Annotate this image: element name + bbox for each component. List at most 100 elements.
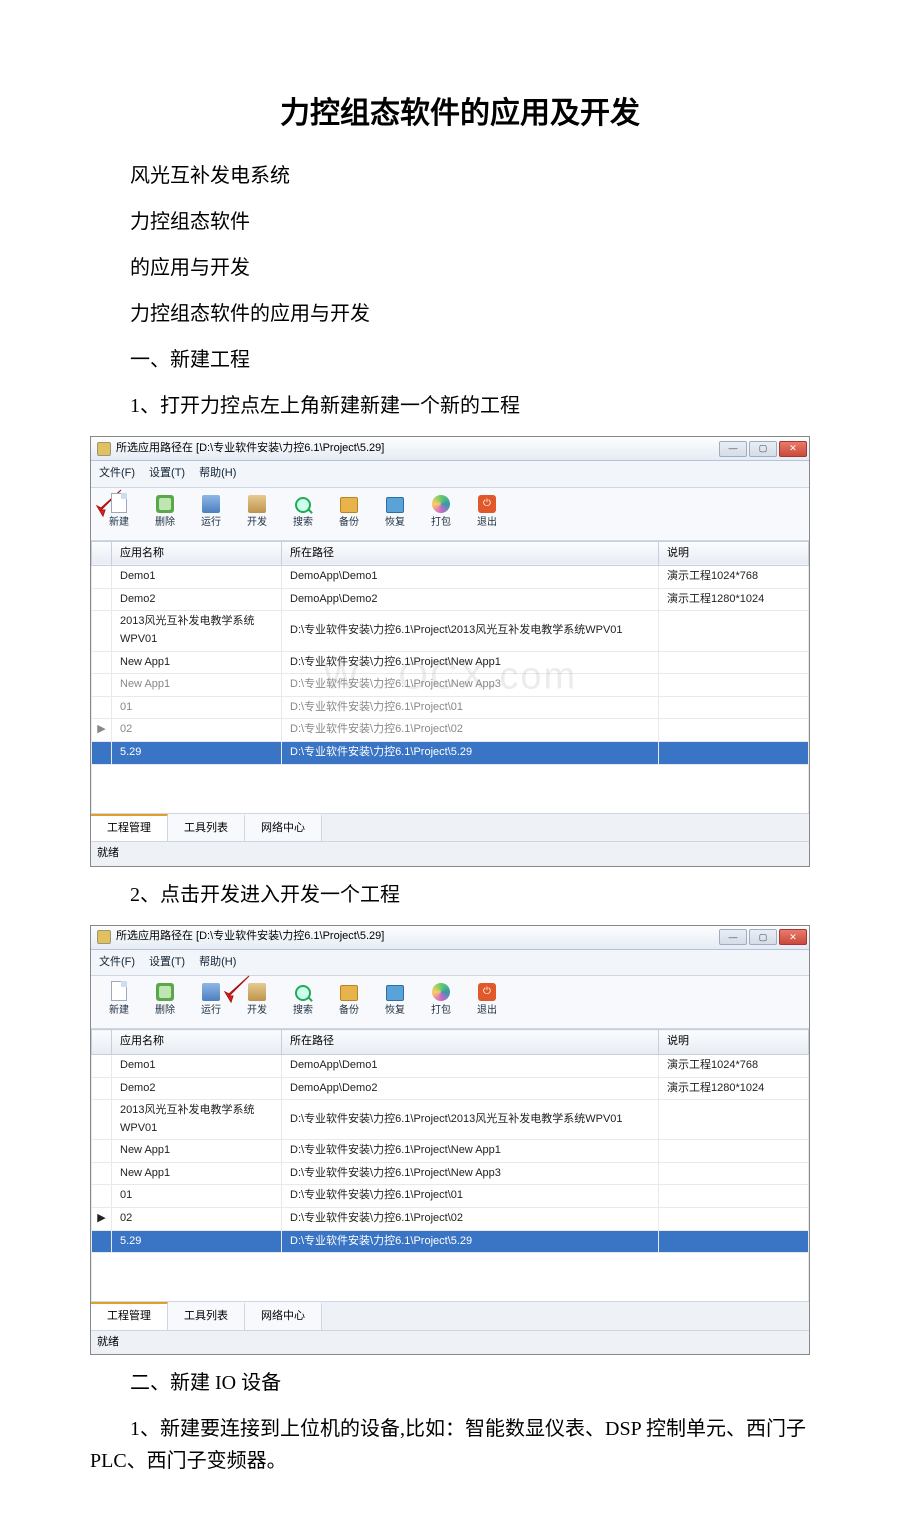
section-1-step-1: 1、打开力控点左上角新建新建一个新的工程 — [90, 390, 830, 422]
minimize-button[interactable]: — — [719, 929, 747, 945]
col-header-name[interactable]: 应用名称 — [112, 541, 282, 566]
menu-settings[interactable]: 设置(T) — [149, 954, 185, 972]
col-header-desc[interactable]: 说明 — [659, 541, 809, 566]
table-row[interactable]: New App1D:\专业软件安装\力控6.1\Project\New App1 — [92, 1140, 809, 1163]
toolbar-search-button[interactable]: 搜索 — [283, 494, 323, 534]
table-row[interactable]: New App1D:\专业软件安装\力控6.1\Project\New App3 — [92, 674, 809, 697]
col-header-path[interactable]: 所在路径 — [282, 1030, 659, 1055]
toolbar-backup-button[interactable]: 备份 — [329, 982, 369, 1022]
section-2-step-1: 1、新建要连接到上位机的设备,比如：智能数显仪表、DSP 控制单元、西门子 PL… — [90, 1413, 830, 1477]
project-list-table[interactable]: 应用名称 所在路径 说明 Demo1DemoApp\Demo1演示工程1024*… — [91, 1029, 809, 1253]
tab-project-manage[interactable]: 工程管理 — [91, 814, 168, 842]
status-bar: 就绪 — [91, 1330, 809, 1355]
toolbar: 新建 删除 运行 开发 搜索 备份 恢复 打包 ⏻退出 — [91, 488, 809, 541]
project-list-table[interactable]: 应用名称 所在路径 说明 Demo1DemoApp\Demo1演示工程1024*… — [91, 541, 809, 765]
status-bar: 就绪 — [91, 841, 809, 866]
toolbar-backup-button[interactable]: 备份 — [329, 494, 369, 534]
toolbar-run-button[interactable]: 运行 — [191, 494, 231, 534]
toolbar-restore-button[interactable]: 恢复 — [375, 494, 415, 534]
tab-network-center[interactable]: 网络中心 — [245, 814, 322, 842]
col-header-path[interactable]: 所在路径 — [282, 541, 659, 566]
window-title: 所选应用路径在 [D:\专业软件安装\力控6.1\Project\5.29] — [116, 928, 384, 946]
menu-settings[interactable]: 设置(T) — [149, 465, 185, 483]
current-row-marker-icon: ▶ — [92, 1208, 112, 1231]
para-4: 力控组态软件的应用与开发 — [90, 298, 830, 330]
current-row-marker-icon: ▶ — [92, 719, 112, 742]
table-row[interactable]: Demo2DemoApp\Demo2演示工程1280*1024 — [92, 588, 809, 611]
para-3: 的应用与开发 — [90, 252, 830, 284]
table-row[interactable]: New App1D:\专业软件安装\力控6.1\Project\New App3 — [92, 1162, 809, 1185]
minimize-button[interactable]: — — [719, 441, 747, 457]
bottom-tabbar: 工程管理 工具列表 网络中心 — [91, 1301, 809, 1330]
exit-icon: ⏻ — [478, 983, 496, 1001]
section-1-step-2: 2、点击开发进入开发一个工程 — [90, 879, 830, 911]
table-row[interactable]: ▶02D:\专业软件安装\力控6.1\Project\02 — [92, 1208, 809, 1231]
table-row[interactable]: 01D:\专业软件安装\力控6.1\Project\01 — [92, 696, 809, 719]
tab-tool-list[interactable]: 工具列表 — [168, 1302, 245, 1330]
app-icon — [97, 442, 111, 456]
table-row[interactable]: 01D:\专业软件安装\力控6.1\Project\01 — [92, 1185, 809, 1208]
toolbar-new-button[interactable]: 新建 — [99, 982, 139, 1022]
disc-icon — [432, 495, 450, 513]
menu-bar: 文件(F) 设置(T) 帮助(H) — [91, 461, 809, 488]
para-2: 力控组态软件 — [90, 206, 830, 238]
toolbar: 新建 删除 运行 开发 搜索 备份 恢复 打包 ⏻退出 — [91, 976, 809, 1029]
menu-help[interactable]: 帮助(H) — [199, 954, 236, 972]
para-1: 风光互补发电系统 — [90, 160, 830, 192]
close-button[interactable]: ✕ — [779, 441, 807, 457]
develop-icon — [248, 495, 266, 513]
window-title: 所选应用路径在 [D:\专业软件安装\力控6.1\Project\5.29] — [116, 440, 384, 458]
toolbar-delete-button[interactable]: 删除 — [145, 494, 185, 534]
menu-file[interactable]: 文件(F) — [99, 465, 135, 483]
toolbar-delete-button[interactable]: 删除 — [145, 982, 185, 1022]
tab-tool-list[interactable]: 工具列表 — [168, 814, 245, 842]
toolbar-develop-button[interactable]: 开发 — [237, 494, 277, 534]
toolbar-restore-button[interactable]: 恢复 — [375, 982, 415, 1022]
run-icon — [202, 495, 220, 513]
col-header-name[interactable]: 应用名称 — [112, 1030, 282, 1055]
section-1-title: 一、新建工程 — [90, 344, 830, 376]
tab-project-manage[interactable]: 工程管理 — [91, 1302, 168, 1330]
table-row[interactable]: Demo1DemoApp\Demo1演示工程1024*768 — [92, 566, 809, 589]
new-file-icon — [111, 493, 127, 513]
tab-network-center[interactable]: 网络中心 — [245, 1302, 322, 1330]
app-icon — [97, 930, 111, 944]
col-header-marker[interactable] — [92, 541, 112, 566]
toolbar-search-button[interactable]: 搜索 — [283, 982, 323, 1022]
disc-icon — [432, 983, 450, 1001]
delete-icon — [156, 495, 174, 513]
toolbar-exit-button[interactable]: ⏻退出 — [467, 494, 507, 534]
toolbar-pack-button[interactable]: 打包 — [421, 494, 461, 534]
table-row-selected[interactable]: 5.29D:\专业软件安装\力控6.1\Project\5.29 — [92, 741, 809, 764]
screenshot-develop: 所选应用路径在 [D:\专业软件安装\力控6.1\Project\5.29] —… — [90, 925, 810, 1356]
table-row[interactable]: New App1D:\专业软件安装\力控6.1\Project\New App1 — [92, 651, 809, 674]
close-button[interactable]: ✕ — [779, 929, 807, 945]
run-icon — [202, 983, 220, 1001]
maximize-button[interactable]: ▢ — [749, 441, 777, 457]
toolbar-run-button[interactable]: 运行 — [191, 982, 231, 1022]
exit-icon: ⏻ — [478, 495, 496, 513]
new-file-icon — [111, 981, 127, 1001]
maximize-button[interactable]: ▢ — [749, 929, 777, 945]
restore-icon — [386, 497, 404, 513]
menu-help[interactable]: 帮助(H) — [199, 465, 236, 483]
window-titlebar: 所选应用路径在 [D:\专业软件安装\力控6.1\Project\5.29] —… — [91, 926, 809, 950]
col-header-desc[interactable]: 说明 — [659, 1030, 809, 1055]
table-row[interactable]: 2013风光互补发电教学系统WPV01D:\专业软件安装\力控6.1\Proje… — [92, 611, 809, 651]
table-row[interactable]: Demo1DemoApp\Demo1演示工程1024*768 — [92, 1054, 809, 1077]
develop-icon — [248, 983, 266, 1001]
table-row[interactable]: 2013风光互补发电教学系统WPV01D:\专业软件安装\力控6.1\Proje… — [92, 1100, 809, 1140]
col-header-marker[interactable] — [92, 1030, 112, 1055]
table-row-selected[interactable]: 5.29D:\专业软件安装\力控6.1\Project\5.29 — [92, 1230, 809, 1253]
bottom-tabbar: 工程管理 工具列表 网络中心 — [91, 813, 809, 842]
table-row[interactable]: ▶02D:\专业软件安装\力控6.1\Project\02 — [92, 719, 809, 742]
toolbar-develop-button[interactable]: 开发 — [237, 982, 277, 1022]
toolbar-pack-button[interactable]: 打包 — [421, 982, 461, 1022]
menu-bar: 文件(F) 设置(T) 帮助(H) — [91, 950, 809, 977]
screenshot-new-project: 所选应用路径在 [D:\专业软件安装\力控6.1\Project\5.29] —… — [90, 436, 810, 867]
blank-area — [91, 765, 809, 813]
toolbar-exit-button[interactable]: ⏻退出 — [467, 982, 507, 1022]
menu-file[interactable]: 文件(F) — [99, 954, 135, 972]
toolbar-new-button[interactable]: 新建 — [99, 494, 139, 534]
table-row[interactable]: Demo2DemoApp\Demo2演示工程1280*1024 — [92, 1077, 809, 1100]
